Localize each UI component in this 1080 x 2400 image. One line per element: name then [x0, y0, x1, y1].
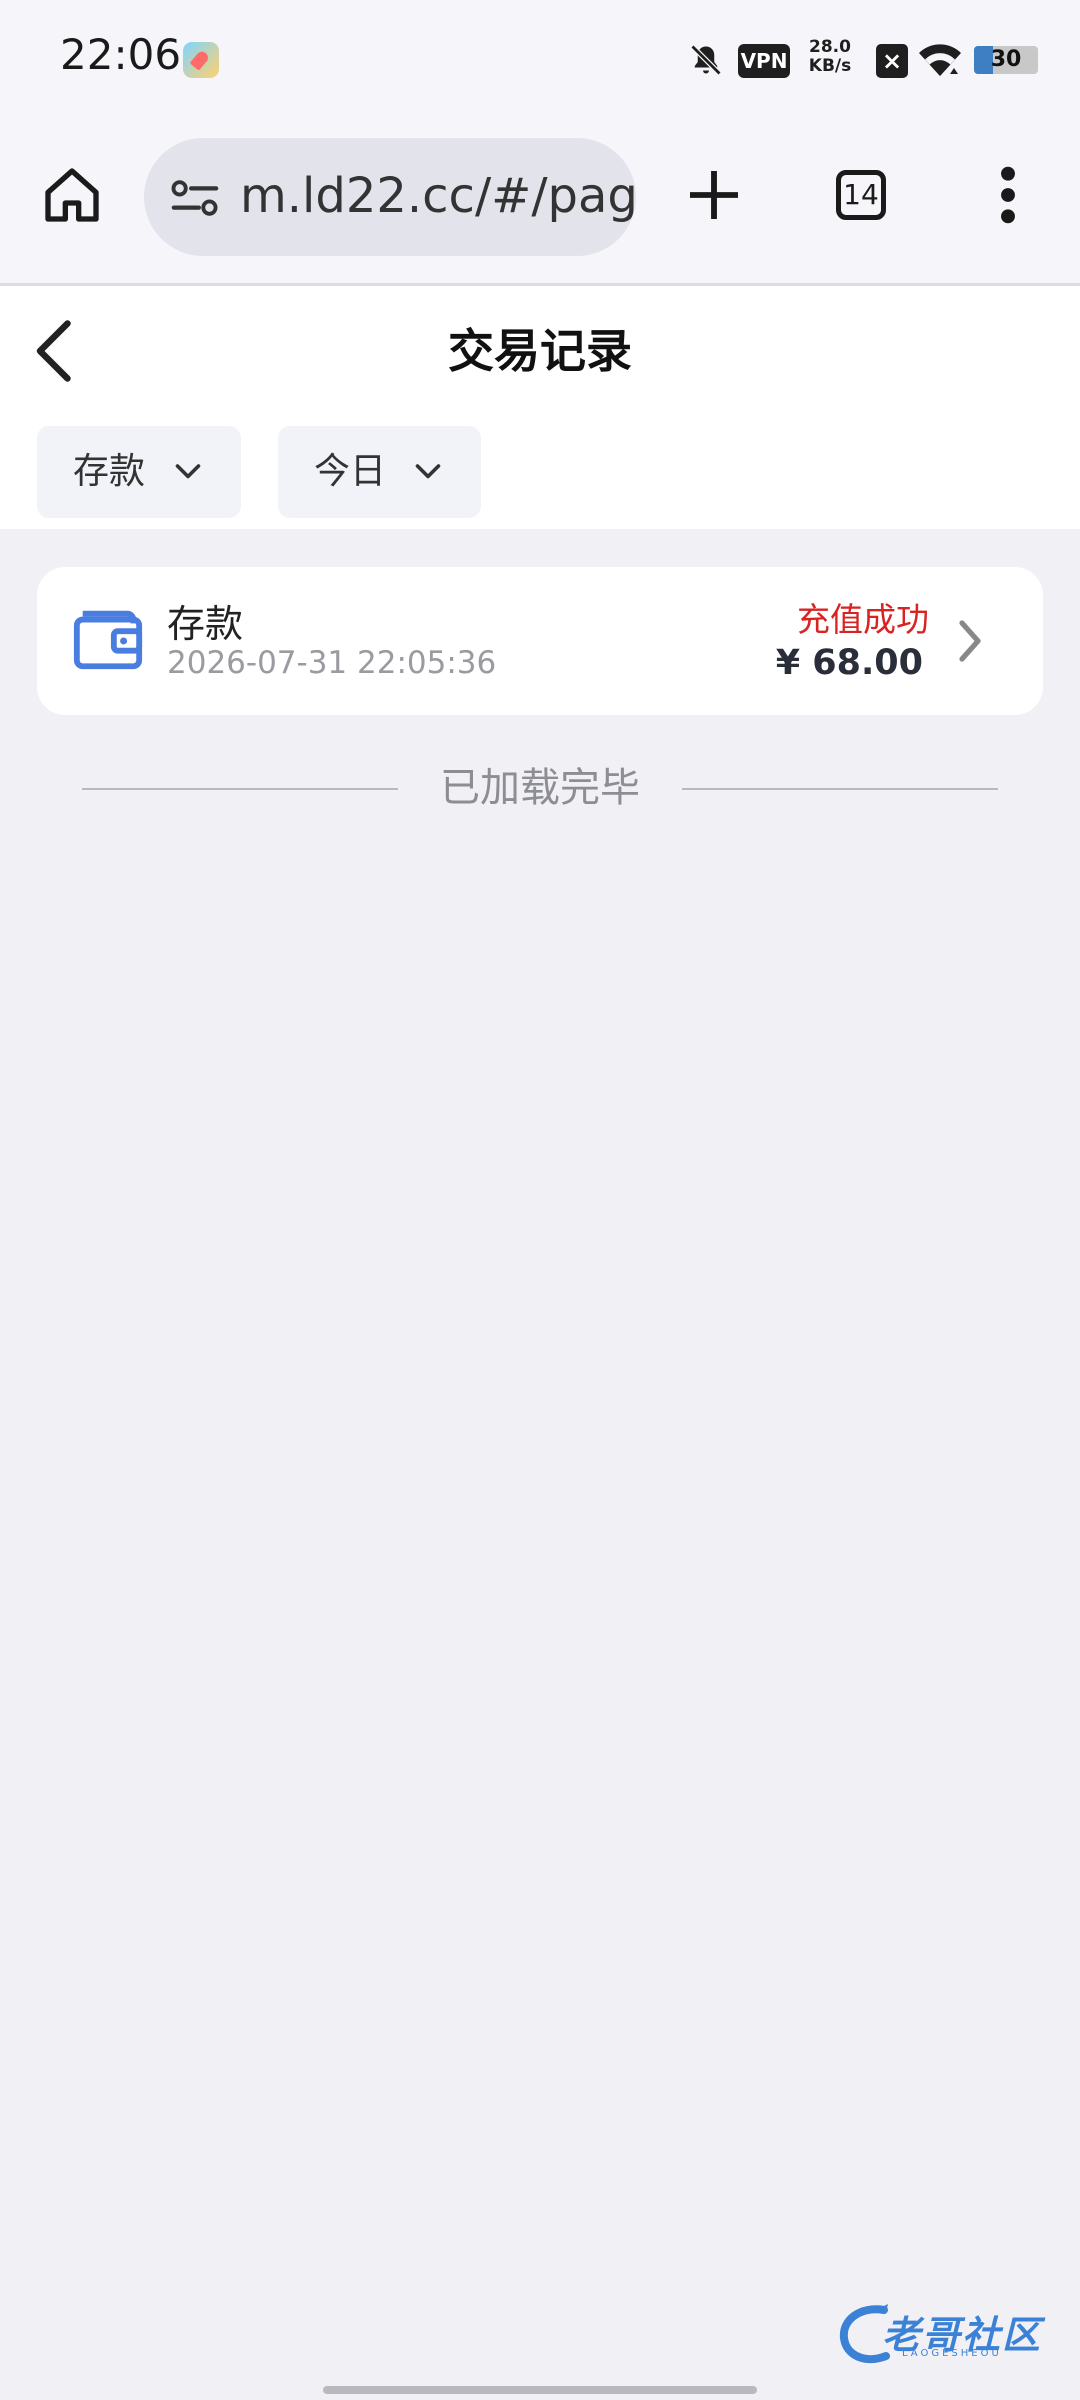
more-vert-icon[interactable] — [994, 163, 1022, 227]
tabs-icon[interactable]: 14 — [836, 170, 886, 220]
filter-date-dropdown[interactable]: 今日 — [278, 426, 481, 518]
speed-value: 28.0 — [809, 37, 851, 57]
wifi-icon — [919, 44, 961, 76]
wallet-icon — [73, 610, 143, 670]
battery-level: 30 — [990, 47, 1022, 72]
url-text[interactable]: m.ld22.cc/#/page — [240, 168, 636, 224]
app-rocket-icon — [183, 42, 219, 78]
home-indicator[interactable] — [323, 2386, 757, 2394]
watermark-subtext: LAOGESHEOU — [902, 2348, 1002, 2359]
filter-date-label: 今日 — [314, 451, 387, 492]
page-header: 交易记录 存款 今日 — [0, 286, 1080, 529]
page-title: 交易记录 — [448, 324, 632, 378]
transaction-amount: ¥ 68.00 — [775, 643, 923, 683]
transaction-status: 充值成功 — [797, 600, 929, 639]
chevron-right-icon — [959, 620, 981, 662]
battery-icon: 30 — [974, 46, 1038, 74]
vpn-icon: VPN — [738, 44, 790, 78]
chevron-down-icon — [415, 464, 441, 479]
status-time: 22:06 — [60, 30, 182, 79]
divider-right — [682, 788, 998, 790]
network-speed: 28.0 KB/s — [800, 38, 860, 76]
close-box-icon: × — [876, 44, 908, 78]
chevron-down-icon — [175, 464, 201, 479]
transaction-row[interactable]: 存款 2026-07-31 22:05:36 充值成功 ¥ 68.00 — [37, 567, 1043, 715]
transaction-type: 存款 — [167, 602, 244, 646]
url-bar[interactable]: m.ld22.cc/#/page — [144, 138, 636, 256]
filter-type-label: 存款 — [73, 451, 146, 492]
transaction-datetime: 2026-07-31 22:05:36 — [167, 645, 497, 681]
watermark-logo: 老哥社区 LAOGESHEOU — [836, 2298, 1060, 2370]
site-settings-icon[interactable] — [170, 176, 220, 220]
status-bar: 22:06 VPN 28.0 KB/s × 30 — [0, 0, 1080, 125]
home-icon[interactable] — [40, 163, 104, 227]
speed-unit: KB/s — [808, 56, 852, 76]
filter-type-dropdown[interactable]: 存款 — [37, 426, 241, 518]
status-icons: VPN 28.0 KB/s × 30 — [660, 36, 1080, 86]
bell-muted-icon — [690, 44, 722, 76]
plus-icon[interactable] — [682, 163, 746, 227]
browser-toolbar: m.ld22.cc/#/page 14 — [0, 125, 1080, 286]
list-end-indicator: 已加载完毕 — [82, 760, 998, 816]
